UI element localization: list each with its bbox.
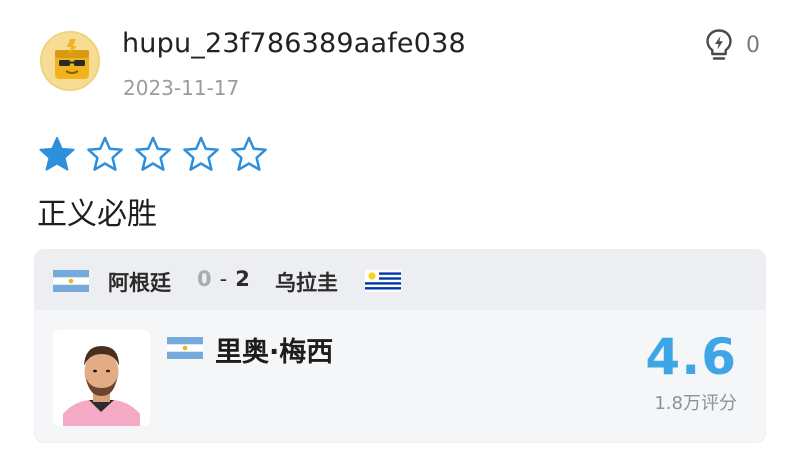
argentina-flag-icon bbox=[167, 337, 203, 359]
player-photo[interactable] bbox=[53, 330, 150, 426]
away-score: 2 bbox=[235, 267, 250, 291]
like-button[interactable]: 0 bbox=[704, 27, 760, 63]
match-header[interactable]: 阿根廷 0 - 2 乌拉圭 bbox=[35, 250, 765, 310]
match-score: 0 - 2 bbox=[197, 267, 250, 291]
like-count: 0 bbox=[746, 32, 760, 58]
player-name[interactable]: 里奥·梅西 bbox=[215, 330, 333, 369]
score-separator: - bbox=[219, 267, 228, 291]
away-team-name: 乌拉圭 bbox=[275, 271, 338, 295]
player-rating-card[interactable]: 阿根廷 0 - 2 乌拉圭 里奥·梅西 4.6 1.8万评分 bbox=[34, 249, 766, 443]
star-rating bbox=[38, 135, 278, 173]
star-outline-icon bbox=[183, 136, 219, 171]
lightbulb-icon bbox=[706, 29, 732, 60]
player-rating-score: 4.6 bbox=[645, 328, 737, 386]
username[interactable]: hupu_23f786389aafe038 bbox=[122, 28, 466, 59]
uruguay-flag-icon bbox=[365, 270, 401, 292]
rating-count: 1.8万评分 bbox=[654, 393, 737, 414]
star-outline-icon bbox=[135, 136, 171, 171]
home-score: 0 bbox=[197, 267, 212, 291]
review-date: 2023-11-17 bbox=[123, 76, 240, 100]
user-avatar[interactable] bbox=[40, 31, 100, 91]
hupu-avatar-icon bbox=[42, 33, 98, 89]
star-filled-icon bbox=[39, 136, 75, 171]
review-comment: 正义必胜 bbox=[37, 197, 157, 232]
argentina-flag-icon bbox=[53, 270, 89, 292]
star-outline-icon bbox=[231, 136, 267, 171]
star-outline-icon bbox=[87, 136, 123, 171]
player-portrait-image bbox=[53, 330, 150, 426]
home-team-name: 阿根廷 bbox=[108, 271, 171, 295]
